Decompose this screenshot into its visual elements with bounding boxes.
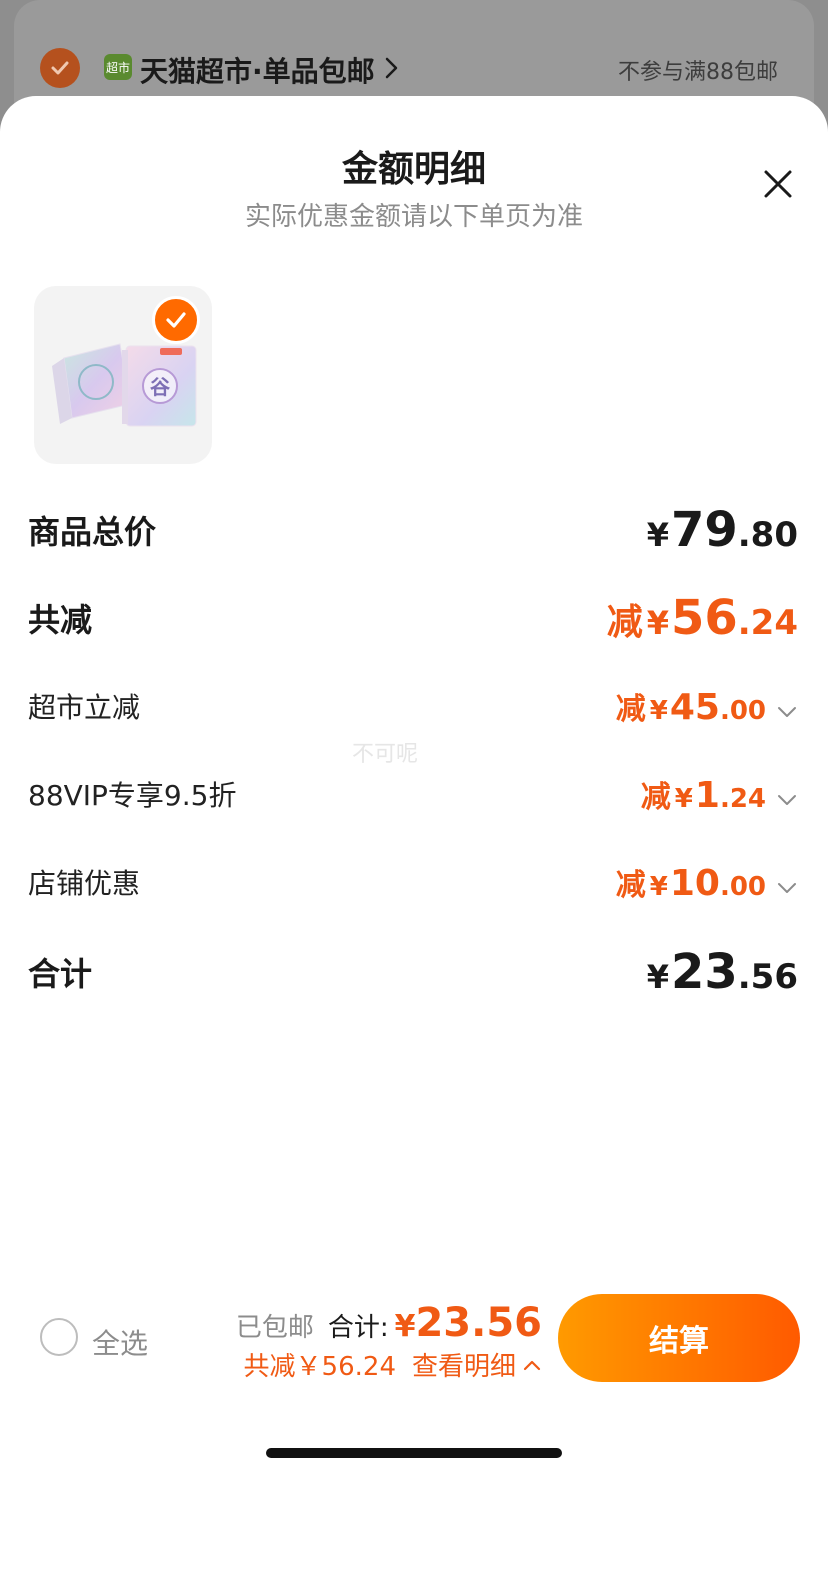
currency-symbol: ¥ — [646, 604, 669, 642]
currency-symbol: ¥ — [646, 958, 669, 996]
product-selected-check[interactable] — [152, 296, 200, 344]
subtotal-amount: ¥ 79 .80 — [647, 502, 798, 558]
sheet-subtitle: 实际优惠金额请以下单页为准 — [244, 202, 583, 232]
check-icon — [166, 312, 186, 328]
amount-decimal: .80 — [737, 515, 798, 555]
amount-integer: 56 — [670, 590, 738, 646]
amount-decimal: .24 — [737, 603, 798, 643]
discount-prefix: 减 — [606, 602, 643, 643]
select-all-checkbox[interactable] — [40, 1318, 78, 1356]
chevron-down-icon[interactable] — [776, 705, 798, 719]
subtotal-label: 商品总价 — [28, 513, 157, 551]
check-icon — [51, 61, 69, 75]
amount-decimal: .00 — [719, 696, 766, 726]
chevron-up-icon — [523, 1360, 541, 1370]
shipping-status: 已包邮 — [235, 1313, 314, 1343]
row-total-discount: 共减 减 ¥ 56 .24 — [28, 588, 798, 648]
summary-currency-symbol: ¥ — [394, 1309, 416, 1344]
currency-symbol: ¥ — [646, 516, 669, 554]
background-store-header: 超市 天猫超市·单品包邮 不参与满88包邮 — [0, 40, 828, 96]
vip-discount-label: 88VIP专享9.5折 — [28, 779, 237, 812]
chevron-right-icon — [385, 57, 398, 79]
vip-discount-amount: 减 ¥ 1 .24 — [641, 772, 798, 816]
currency-symbol: ¥ — [674, 784, 693, 814]
store-discount-label: 店铺优惠 — [28, 867, 141, 900]
row-store-discount[interactable]: 店铺优惠 减 ¥ 10 .00 — [28, 852, 798, 912]
amount-decimal: .24 — [719, 784, 766, 814]
order-summary: 已包邮 合计: ¥ 23.56 — [236, 1300, 542, 1346]
summary-total-label: 合计: — [327, 1313, 389, 1343]
supermarket-discount-amount: 减 ¥ 45 .00 — [616, 684, 798, 728]
total-discount-amount: 减 ¥ 56 .24 — [607, 590, 798, 646]
currency-symbol: ¥ — [649, 872, 668, 902]
total-discount-label: 共减 — [28, 601, 93, 639]
amount-integer: 45 — [669, 687, 720, 728]
discount-summary: 共减￥56.24 查看明细 — [244, 1346, 542, 1383]
background-store-check[interactable] — [40, 48, 80, 88]
total-amount: ¥ 23 .56 — [647, 944, 798, 1000]
store-discount-amount: 减 ¥ 10 .00 — [616, 860, 798, 904]
chevron-down-icon[interactable] — [776, 881, 798, 895]
checkout-button[interactable]: 结算 — [558, 1294, 800, 1382]
row-vip-discount[interactable]: 88VIP专享9.5折 减 ¥ 1 .24 — [28, 764, 798, 824]
discount-prefix: 减 — [615, 692, 646, 727]
view-details-link[interactable]: 查看明细 — [412, 1346, 542, 1383]
discount-prefix: 减 — [640, 780, 671, 815]
tmall-supermarket-logo: 超市 — [104, 54, 132, 80]
currency-symbol: ¥ — [649, 696, 668, 726]
view-details-label: 查看明细 — [411, 1352, 516, 1382]
row-total: 合计 ¥ 23 .56 — [28, 942, 798, 1002]
screen: 超市 天猫超市·单品包邮 不参与满88包邮 金额明细 实际优惠金额请以下单页为准 — [0, 0, 828, 1571]
supermarket-discount-label: 超市立减 — [28, 691, 141, 724]
sheet-title: 金额明细 — [341, 149, 486, 190]
amount-decimal: .00 — [719, 872, 766, 902]
select-all-label[interactable]: 全选 — [92, 1322, 148, 1362]
close-button[interactable] — [758, 164, 798, 204]
discount-prefix: 减 — [615, 868, 646, 903]
product-image-glyph: 谷 — [150, 375, 171, 399]
amount-integer: 10 — [669, 863, 720, 904]
summary-discount-text: 共减￥56.24 — [243, 1352, 396, 1382]
close-icon — [764, 170, 792, 198]
row-subtotal: 商品总价 ¥ 79 .80 — [28, 500, 798, 560]
row-supermarket-discount[interactable]: 超市立减 减 ¥ 45 .00 — [28, 676, 798, 736]
amount-integer: 79 — [670, 502, 738, 558]
store-name[interactable]: 天猫超市·单品包邮 — [140, 50, 375, 90]
total-label: 合计 — [28, 955, 93, 993]
summary-total-value: 23.56 — [415, 1300, 542, 1346]
amount-integer: 1 — [694, 775, 720, 816]
shipping-note: 不参与满88包邮 — [618, 60, 778, 85]
amount-integer: 23 — [670, 944, 738, 1000]
chevron-down-icon[interactable] — [776, 793, 798, 807]
amount-decimal: .56 — [737, 957, 798, 997]
home-indicator[interactable] — [266, 1448, 562, 1458]
